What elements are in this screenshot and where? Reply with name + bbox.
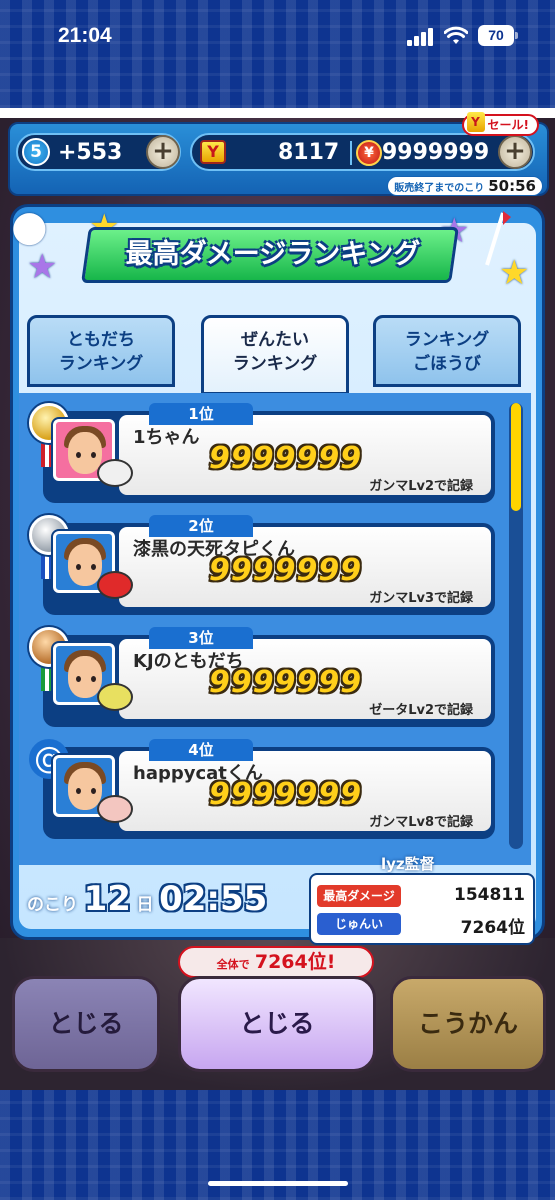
- player-score: 9999999: [209, 665, 363, 700]
- tab-label-line2: ごほうび: [413, 354, 481, 374]
- status-time: 21:04: [58, 24, 112, 47]
- background-rank-badge: 全体で 7264位!: [178, 946, 374, 978]
- home-indicator[interactable]: [208, 1181, 348, 1186]
- player-score: 9999999: [209, 553, 363, 588]
- player-record: ガンマLv8で記録: [369, 815, 473, 830]
- level-value: +553: [58, 140, 123, 165]
- money-divider: [350, 141, 352, 165]
- ranking-scrollbar[interactable]: [509, 403, 523, 849]
- exchange-button[interactable]: こうかん: [390, 976, 546, 1072]
- ribbon-icon: [41, 665, 53, 691]
- currency-bar: 5 +553 + Y 8117 ¥ 9999999 + セール! 販売終了までの…: [8, 112, 549, 196]
- sale-timer-value: 50:56: [488, 177, 536, 195]
- level-badge: 5: [22, 138, 50, 166]
- tab-ranking-rewards[interactable]: ランキング ごほうび: [373, 315, 521, 387]
- countdown-prefix: のこり: [27, 895, 78, 915]
- close-button[interactable]: とじる: [178, 976, 376, 1072]
- max-damage-label: 最高ダメージ: [317, 885, 401, 907]
- player-score: 9999999: [209, 777, 363, 812]
- star-icon: ★: [27, 247, 58, 287]
- tab-label-line1: ともだち: [67, 330, 135, 350]
- y-money-count: 9999999: [382, 140, 490, 165]
- ranking-row[interactable]: 1位 1ちゃん 9999999 ガンマLv2で記録: [29, 403, 495, 503]
- tab-label-line1: ランキング: [404, 330, 490, 350]
- my-player-name: lyz監督: [381, 855, 435, 873]
- tab-label-line1: ぜんたい: [241, 330, 309, 350]
- add-level-button[interactable]: +: [146, 135, 180, 169]
- ranking-row[interactable]: 3位 KJのともだち 9999999 ゼータLv2で記録: [29, 627, 495, 727]
- rank-position-value: 7264位: [460, 918, 525, 938]
- player-record: ゼータLv2で記録: [369, 703, 473, 718]
- page-title: 最高ダメージランキング: [125, 239, 421, 270]
- yokai-icon: [97, 459, 133, 487]
- comet-icon: ●: [11, 201, 48, 250]
- tab-label-line2: ランキング: [58, 354, 144, 374]
- y-coin-icon: Y: [200, 140, 226, 164]
- rank-label: 1位: [149, 403, 253, 425]
- player-record: ガンマLv2で記録: [369, 479, 473, 494]
- add-money-button[interactable]: +: [498, 135, 532, 169]
- yokai-icon: [97, 571, 133, 599]
- signal-icon: [407, 28, 435, 46]
- max-damage-value: 154811: [454, 885, 525, 905]
- ribbon-icon: [41, 553, 53, 579]
- rank-position-label: じゅんい: [317, 913, 401, 935]
- close-button-left[interactable]: とじる: [12, 976, 160, 1072]
- avatar-eyes: [76, 788, 96, 794]
- ranking-row[interactable]: 4位 @ happycatくん 9999999 ガンマLv8で記録: [29, 739, 495, 839]
- wifi-icon: [444, 26, 468, 44]
- money-pill: Y 8117 ¥ 9999999 +: [190, 133, 535, 171]
- scrollbar-thumb[interactable]: [511, 403, 521, 511]
- yokai-icon: [97, 795, 133, 823]
- player-score: 9999999: [209, 441, 363, 476]
- tab-label-line2: ランキング: [232, 354, 318, 374]
- countdown-days: 12: [83, 879, 131, 919]
- tab-friends-ranking[interactable]: ともだち ランキング: [27, 315, 175, 387]
- ranking-list[interactable]: 1位 1ちゃん 9999999 ガンマLv2で記録 2位 漆黒の天死タピくん 9…: [19, 393, 531, 865]
- tab-overall-ranking[interactable]: ぜんたい ランキング: [201, 315, 349, 395]
- sale-badge[interactable]: セール!: [461, 112, 539, 136]
- countdown-day-unit: 日: [136, 895, 154, 915]
- status-bar: 21:04 70: [0, 0, 555, 70]
- rank-label: 4位: [149, 739, 253, 761]
- countdown-time: 02:55: [159, 879, 268, 919]
- background-rank-value: 7264位!: [254, 951, 336, 973]
- level-pill: 5 +553 +: [16, 133, 181, 171]
- rank-label: 2位: [149, 515, 253, 537]
- player-record: ガンマLv3で記録: [369, 591, 473, 606]
- sale-timer: 販売終了までのこり 50:56: [387, 176, 543, 196]
- my-record-box: lyz監督 最高ダメージ 154811 じゅんい 7264位: [309, 855, 535, 945]
- ribbon-icon: [41, 441, 53, 467]
- y-money-icon: ¥: [356, 140, 382, 166]
- rank-label: 3位: [149, 627, 253, 649]
- coin-count: 8117: [278, 140, 340, 165]
- background-rank-prefix: 全体で: [216, 958, 250, 971]
- sale-timer-label: 販売終了までのこり: [394, 183, 485, 194]
- ranking-row[interactable]: 2位 漆黒の天死タピくん 9999999 ガンマLv3で記録: [29, 515, 495, 615]
- player-name: 1ちゃん: [133, 427, 200, 448]
- event-countdown: のこり 12 日 02:55: [27, 879, 267, 923]
- game-screen: 5 +553 + Y 8117 ¥ 9999999 + セール! 販売終了までの…: [0, 108, 555, 1090]
- yokai-icon: [97, 683, 133, 711]
- battery-indicator: 70: [478, 25, 518, 46]
- ranking-panel: ● ★ ★ ★ ★ 最高ダメージランキング ともだち ランキング ぜんたい ラン…: [10, 201, 545, 945]
- flag-icon: [485, 211, 511, 266]
- avatar-eyes: [76, 676, 96, 682]
- avatar-eyes: [76, 564, 96, 570]
- avatar-eyes: [76, 452, 96, 458]
